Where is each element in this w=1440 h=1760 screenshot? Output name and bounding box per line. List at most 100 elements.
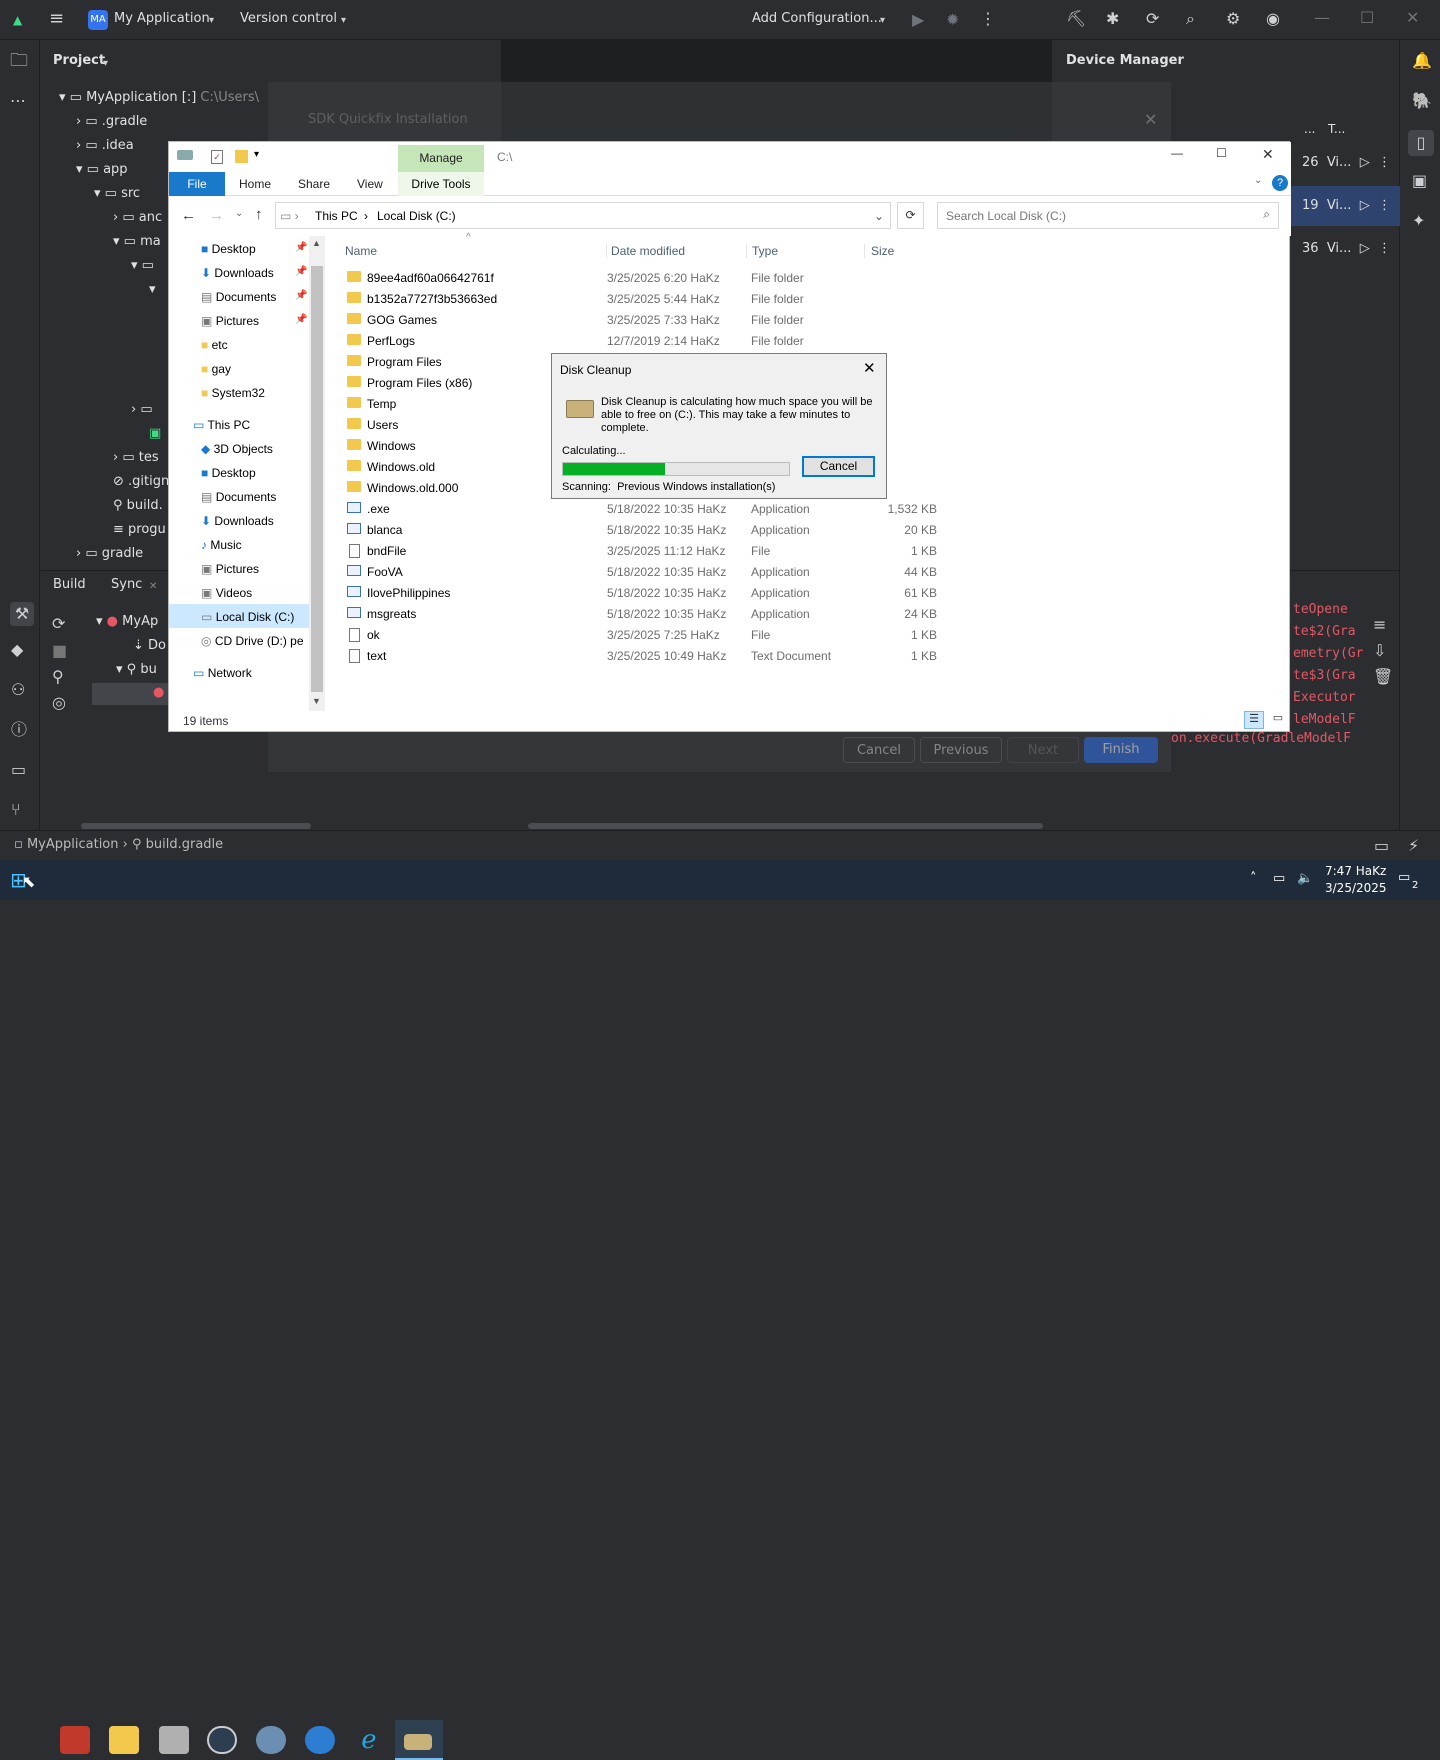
- sdk-next-button[interactable]: Next: [1007, 737, 1079, 763]
- file-row[interactable]: FooVA 5/18/2022 10:35 HaKz Application 44 K…: [329, 562, 949, 583]
- horizontal-scrollbar[interactable]: [528, 823, 1043, 829]
- nav-item-system32[interactable]: ■ System32: [201, 386, 265, 400]
- tray-chevron-icon[interactable]: ˄: [1250, 871, 1257, 886]
- minimize-icon[interactable]: —: [1314, 10, 1330, 26]
- tree-item[interactable]: ▣: [149, 426, 161, 441]
- terminal-icon[interactable]: ▭: [11, 762, 26, 778]
- file-row[interactable]: ok 3/25/2025 7:25 HaKz File 1 KB: [329, 625, 949, 646]
- scroll-thumb[interactable]: [311, 266, 323, 692]
- tree-item[interactable]: › ▭ gradle: [76, 546, 143, 561]
- properties-icon[interactable]: ✓: [211, 150, 223, 164]
- breadcrumb-local-disk[interactable]: Local Disk (C:): [377, 209, 456, 223]
- nav-item-pc-documents[interactable]: ▤ Documents: [201, 490, 276, 504]
- taskbar-app-blue[interactable]: [305, 1726, 335, 1754]
- device-column-header[interactable]: ...: [1304, 122, 1315, 136]
- settings-icon[interactable]: ⚙: [1226, 11, 1240, 27]
- build-tree-item[interactable]: ▾ ● MyAp: [96, 614, 158, 629]
- scroll-end-icon[interactable]: ⇩: [1373, 643, 1386, 659]
- help-icon[interactable]: ?: [1272, 175, 1288, 191]
- file-explorer-taskbar-icon[interactable]: [109, 1726, 139, 1754]
- close-icon[interactable]: ✕: [1262, 146, 1274, 163]
- tree-item[interactable]: › ▭ .idea: [76, 138, 134, 153]
- nav-item-pc-desktop[interactable]: ■ Desktop: [201, 466, 256, 480]
- column-date[interactable]: Date modified: [606, 244, 685, 258]
- breadcrumb[interactable]: ▫ MyApplication › ⚲ build.gradle: [14, 837, 223, 852]
- nav-item-this-pc[interactable]: ▭ This PC: [193, 418, 250, 432]
- nav-item-etc[interactable]: ■ etc: [201, 338, 228, 352]
- file-row[interactable]: PerfLogs 12/7/2019 2:14 HaKz File folder: [329, 331, 949, 352]
- tab-sync[interactable]: Sync: [111, 577, 142, 592]
- close-icon[interactable]: ✕: [1406, 10, 1419, 26]
- version-control-dropdown[interactable]: Version control: [240, 11, 337, 26]
- chevron-down-icon[interactable]: ⌄: [874, 209, 884, 223]
- tree-item[interactable]: ▾: [149, 282, 156, 297]
- file-row[interactable]: blanca 5/18/2022 10:35 HaKz Application 20 …: [329, 520, 949, 541]
- chevron-down-icon[interactable]: ▾: [254, 149, 259, 160]
- more-icon[interactable]: ⋮: [980, 11, 996, 27]
- nav-item-pictures[interactable]: ▣ Pictures: [201, 314, 259, 328]
- gradle-icon[interactable]: 🐘: [1412, 93, 1432, 109]
- nav-item-cd-drive[interactable]: ◎ CD Drive (D:) pe: [201, 634, 309, 648]
- tree-item[interactable]: ▾ ▭ app: [76, 162, 128, 177]
- close-icon[interactable]: ✕: [1144, 112, 1157, 128]
- sync-icon[interactable]: ⟳: [1146, 11, 1159, 27]
- minimize-icon[interactable]: —: [1171, 146, 1183, 160]
- maximize-icon[interactable]: ☐: [1216, 146, 1227, 160]
- sdk-cancel-button[interactable]: Cancel: [843, 737, 915, 763]
- search-input[interactable]: Search Local Disk (C:) ⌕: [937, 202, 1279, 229]
- manage-tab[interactable]: Manage: [398, 145, 484, 172]
- new-folder-icon[interactable]: [235, 150, 248, 163]
- build-tool-icon[interactable]: ⚒: [10, 602, 34, 626]
- scroll-down-icon[interactable]: ▼: [312, 696, 321, 706]
- nav-item-pc-downloads[interactable]: ⬇ Downloads: [201, 514, 274, 528]
- taskbar-app-red[interactable]: [60, 1726, 90, 1754]
- nav-item-documents[interactable]: ▤ Documents: [201, 290, 276, 304]
- file-row[interactable]: .exe 5/18/2022 10:35 HaKz Application 1,532…: [329, 499, 949, 520]
- file-row[interactable]: IlovePhilippines 5/18/2022 10:35 HaKz Appl…: [329, 583, 949, 604]
- notification-center-icon[interactable]: ▭: [1398, 870, 1410, 885]
- tree-item[interactable]: ⚲ build.: [113, 498, 163, 513]
- build-tree-item[interactable]: ▾ ⚲ bu: [116, 662, 157, 677]
- running-devices-icon[interactable]: ▣: [1412, 173, 1427, 189]
- problems-icon[interactable]: ⓘ: [11, 722, 27, 738]
- device-row[interactable]: 19 Vi... ▷ ⋮: [1302, 198, 1391, 213]
- recent-icon[interactable]: ⌄: [235, 208, 243, 219]
- tree-item[interactable]: ▾ ▭ ma: [113, 234, 161, 249]
- project-panel-title[interactable]: Project: [53, 53, 105, 68]
- disk-cleanup-taskbar-icon[interactable]: [404, 1734, 432, 1750]
- pin-icon[interactable]: ⚲: [52, 669, 64, 685]
- rerun-icon[interactable]: ⟳: [52, 616, 65, 632]
- nav-scrollbar[interactable]: ▲ ▼: [309, 236, 325, 711]
- file-row[interactable]: GOG Games 3/25/2025 7:33 HaKz File folder: [329, 310, 949, 331]
- address-bar[interactable]: ▭ › This PC › Local Disk (C:) ⌄: [275, 202, 891, 229]
- tree-item[interactable]: › ▭: [131, 402, 153, 417]
- layout-icon[interactable]: ▭: [1374, 838, 1389, 854]
- file-row[interactable]: bndFile 3/25/2025 11:12 HaKz File 1 KB: [329, 541, 949, 562]
- notifications-icon[interactable]: 🔔: [1412, 53, 1432, 69]
- clock-date[interactable]: 3/25/2025: [1325, 881, 1387, 895]
- refresh-button[interactable]: ⟳: [897, 202, 924, 229]
- gem-icon[interactable]: ◆: [11, 642, 23, 658]
- nav-item-videos[interactable]: ▣ Videos: [201, 586, 252, 600]
- taskbar-app-globe[interactable]: [207, 1726, 237, 1754]
- device-row[interactable]: 36 Vi... ▷ ⋮: [1302, 241, 1391, 256]
- eye-icon[interactable]: ◎: [52, 695, 66, 711]
- project-tool-icon[interactable]: 🗀: [10, 52, 28, 70]
- git-icon[interactable]: ⑂: [11, 802, 21, 818]
- taskbar-app-box[interactable]: [159, 1726, 189, 1754]
- trash-icon[interactable]: 🗑: [1373, 669, 1393, 685]
- sdk-finish-button[interactable]: Finish: [1084, 737, 1158, 763]
- sdk-previous-button[interactable]: Previous: [920, 737, 1002, 763]
- nav-item-downloads[interactable]: ⬇ Downloads: [201, 266, 274, 280]
- nav-item-pc-pictures[interactable]: ▣ Pictures: [201, 562, 259, 576]
- close-icon[interactable]: ✕: [149, 579, 157, 595]
- tree-item[interactable]: › ▭ .gradle: [76, 114, 147, 129]
- main-menu-icon[interactable]: ≡: [49, 10, 64, 28]
- device-icon[interactable]: ✱: [1106, 11, 1119, 27]
- column-size[interactable]: Size: [864, 244, 944, 258]
- tab-file[interactable]: File: [169, 172, 225, 196]
- sdk-manager-icon[interactable]: ⛏: [1066, 11, 1086, 27]
- run-icon[interactable]: ▶: [912, 12, 924, 28]
- more-tools-icon[interactable]: ⋯: [10, 93, 26, 109]
- horizontal-scrollbar[interactable]: [81, 823, 311, 829]
